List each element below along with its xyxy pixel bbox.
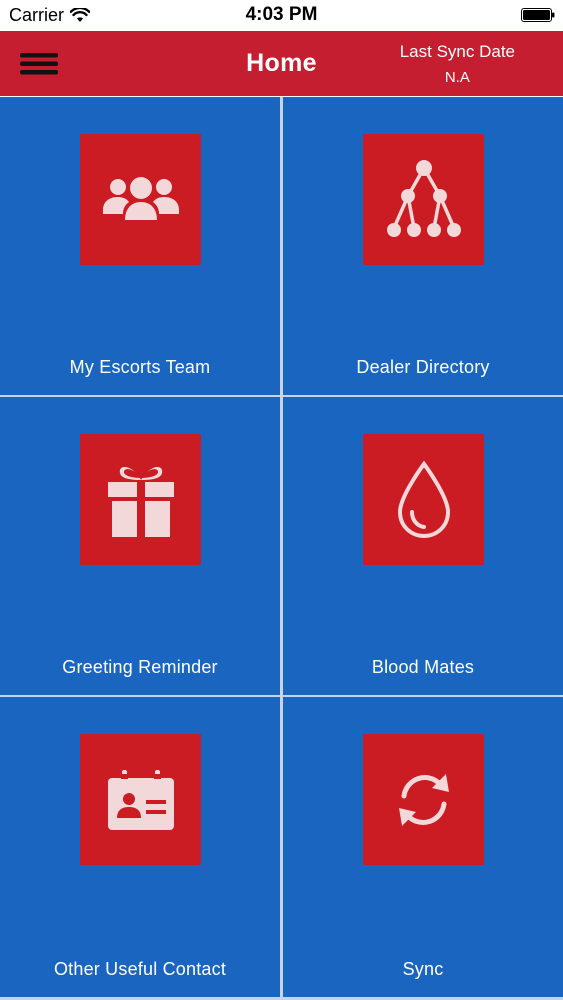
tile-greeting-reminder[interactable]: Greeting Reminder	[0, 397, 280, 695]
home-menu-grid: My Escorts Team Dealer Directory Greetin…	[0, 97, 563, 1000]
tile-label: My Escorts Team	[69, 357, 211, 377]
tile-my-escorts-team[interactable]: My Escorts Team	[0, 97, 280, 395]
tile-icon-box	[363, 134, 484, 265]
gift-icon	[107, 466, 174, 537]
status-time: 4:03 PM	[245, 4, 318, 25]
tile-icon-box	[80, 434, 201, 565]
tile-other-useful-contact[interactable]: Other Useful Contact	[0, 697, 280, 997]
last-sync-value: N.A	[444, 69, 470, 86]
tile-label: Sync	[402, 959, 444, 979]
tile-icon-box	[363, 734, 484, 865]
tile-dealer-directory[interactable]: Dealer Directory	[283, 97, 563, 395]
team-icon	[102, 176, 179, 220]
last-sync-label: Last Sync Date	[399, 42, 515, 61]
contact-card-icon	[107, 769, 174, 830]
last-sync-info: Last Sync Date N.A	[400, 39, 515, 91]
sync-icon	[398, 773, 449, 826]
tile-icon-box	[80, 734, 201, 865]
hierarchy-icon	[386, 159, 461, 237]
tile-label: Blood Mates	[371, 657, 475, 677]
nav-bar: Home Last Sync Date N.A	[0, 31, 563, 96]
tile-icon-box	[80, 134, 201, 265]
tile-blood-mates[interactable]: Blood Mates	[283, 397, 563, 695]
tile-label: Greeting Reminder	[62, 657, 218, 677]
battery-icon	[521, 8, 555, 22]
tile-sync[interactable]: Sync	[283, 697, 563, 997]
tile-label: Dealer Directory	[356, 357, 490, 377]
tile-label: Other Useful Contact	[53, 959, 227, 979]
tile-icon-box	[363, 434, 484, 565]
status-bar: Carrier 4:03 PM	[0, 0, 563, 31]
blood-drop-icon	[397, 460, 450, 538]
